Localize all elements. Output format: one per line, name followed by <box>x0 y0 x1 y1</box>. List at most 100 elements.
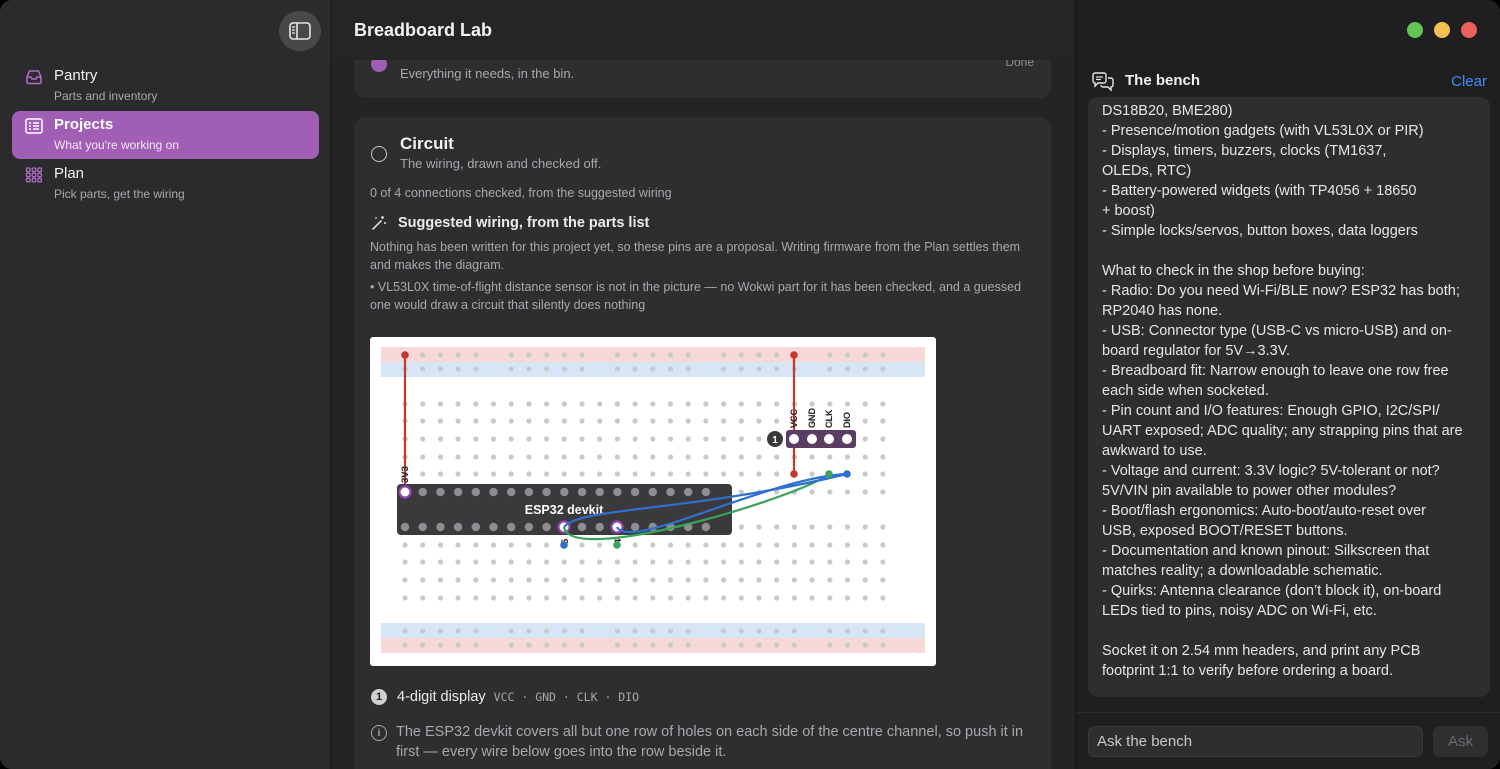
breadboard-hole <box>844 642 851 648</box>
devkit-pin <box>595 487 604 497</box>
breadboard-hole <box>632 642 638 648</box>
breadboard-hole <box>685 542 691 548</box>
ask-input[interactable] <box>1088 726 1423 757</box>
module-pin-label: VCC <box>789 408 799 428</box>
bench-line: Socket it on 2.54 mm headers, and print … <box>1102 643 1421 659</box>
suggested-wiring-title: Suggested wiring, from the parts list <box>398 215 650 231</box>
breadboard-hole <box>862 628 868 634</box>
sidebar-item-plan[interactable]: Plan Pick parts, get the wiring <box>12 160 319 208</box>
breadboard-hole <box>791 524 797 530</box>
breadboard-hole <box>703 559 709 565</box>
breadboard-hole <box>508 436 514 442</box>
grid-icon <box>25 167 43 183</box>
bench-header: The bench Clear <box>1076 60 1500 102</box>
breadboard-hole <box>437 628 443 634</box>
close-button[interactable] <box>1461 22 1477 38</box>
breadboard-hole <box>756 628 762 634</box>
breadboard-hole <box>880 436 886 442</box>
breadboard-hole <box>473 418 479 424</box>
breadboard-hole <box>455 401 461 407</box>
module-pin-label: CLK <box>824 409 834 428</box>
breadboard-hole <box>597 471 603 477</box>
breadboard-hole <box>597 401 603 407</box>
breadboard-hole <box>526 595 532 601</box>
breadboard-hole <box>774 418 780 424</box>
breadboard-hole <box>844 524 851 530</box>
devkit-pin <box>489 487 498 497</box>
bench-line: - Voltage and current: 3.3V logic? 5V-to… <box>1102 463 1440 479</box>
breadboard-hole <box>455 471 461 477</box>
breadboard-hole <box>490 577 497 583</box>
sidebar-item-sublabel: What you're working on <box>54 138 180 152</box>
breadboard-hole <box>650 577 656 583</box>
breadboard-hole <box>774 524 780 530</box>
devkit-pin <box>577 487 587 497</box>
breadboard-hole <box>756 454 762 460</box>
breadboard-hole <box>703 454 709 460</box>
minimize-button[interactable] <box>1434 22 1450 38</box>
breadboard-hole <box>827 595 833 601</box>
bench-line: - Displays, timers, buzzers, clocks (TM1… <box>1102 143 1387 159</box>
zoom-button[interactable] <box>1407 22 1423 38</box>
pin-label-3v3: 3V3 <box>400 466 411 483</box>
breadboard-hole <box>473 401 479 407</box>
breadboard-hole <box>508 577 514 583</box>
breadboard-hole <box>862 471 868 477</box>
breadboard-hole <box>844 628 851 634</box>
main-content[interactable]: Breadboard Lab Everything it needs, in t… <box>332 0 1074 769</box>
breadboard-hole <box>721 436 727 442</box>
breadboard-hole <box>809 542 815 548</box>
breadboard-hole <box>632 595 638 601</box>
breadboard-hole <box>402 628 408 634</box>
breadboard-hole <box>721 628 727 634</box>
breadboard-hole <box>791 559 797 565</box>
breadboard-hole <box>420 454 426 460</box>
breadboard-hole <box>579 436 585 442</box>
breadboard-hole <box>809 471 815 477</box>
breadboard-hole <box>721 595 727 601</box>
devkit-pin <box>507 487 516 497</box>
breadboard-hole <box>738 471 744 477</box>
breadboard-hole <box>667 471 674 477</box>
breadboard-hole <box>862 595 868 601</box>
breadboard-hole <box>880 577 886 583</box>
breadboard-hole <box>544 642 550 648</box>
sidebar-item-projects[interactable]: Projects What you're working on <box>12 111 319 159</box>
breadboard-hole <box>880 595 886 601</box>
sidebar-item-pantry[interactable]: Pantry Parts and inventory <box>12 62 319 110</box>
ask-button[interactable]: Ask <box>1433 726 1488 757</box>
devkit-pin <box>648 487 657 497</box>
bench-title: The bench <box>1125 72 1201 89</box>
breadboard-hole <box>685 577 691 583</box>
breadboard-hole <box>490 436 497 442</box>
wire-end <box>401 351 409 359</box>
breadboard-hole <box>614 418 620 424</box>
breadboard-hole <box>685 454 691 460</box>
breadboard-hole <box>614 595 620 601</box>
bench-response[interactable]: DS18B20, BME280) - Presence/motion gadget… <box>1088 97 1490 697</box>
breadboard-hole <box>827 352 833 358</box>
module-pin-dio <box>842 434 852 444</box>
bench-line: LEDs tied to pins, noisy ADC on Wi-Fi, e… <box>1102 603 1377 619</box>
breadboard-hole <box>420 436 426 442</box>
breadboard-hole <box>844 489 851 495</box>
breadboard-hole <box>862 436 868 442</box>
breadboard-svg: ESP32 devkit 3V3 5 4 1 VCC GND CLK DIO <box>381 347 925 653</box>
sidebar-toggle-button[interactable] <box>279 11 321 51</box>
breadboard-hole <box>420 418 426 424</box>
breadboard-hole <box>526 577 532 583</box>
breadboard-hole <box>632 352 638 358</box>
module-badge-number: 1 <box>772 434 778 446</box>
breadboard-hole <box>774 366 780 372</box>
breadboard-hole <box>667 418 674 424</box>
breadboard-hole <box>756 577 762 583</box>
breadboard-hole <box>579 471 585 477</box>
breadboard-hole <box>455 352 461 358</box>
breadboard-hole <box>774 352 780 358</box>
breadboard-hole <box>402 559 408 565</box>
step-radio[interactable] <box>371 146 387 162</box>
clear-button[interactable]: Clear <box>1451 73 1487 90</box>
breadboard-hole <box>791 577 797 583</box>
devkit-pin <box>701 522 711 532</box>
app-title: Breadboard Lab <box>354 20 493 40</box>
